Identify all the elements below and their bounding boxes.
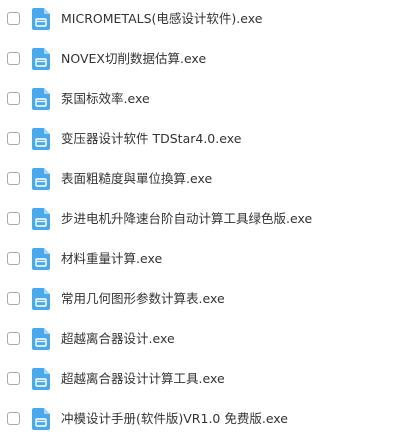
exe-file-icon: [32, 8, 50, 30]
exe-file-icon: [32, 328, 50, 350]
exe-file-icon: [32, 368, 50, 390]
file-name[interactable]: 超越离合器设计计算工具.exe: [61, 370, 225, 388]
file-name[interactable]: 超越离合器设计.exe: [61, 330, 175, 348]
exe-file-icon: [32, 248, 50, 270]
exe-file-icon: [32, 88, 50, 110]
file-name[interactable]: 步进电机升降速台阶自动计算工具绿色版.exe: [61, 210, 312, 228]
select-checkbox[interactable]: [7, 252, 20, 265]
list-item[interactable]: 冲模设计手册(软件版)VR1.0 免费版.exe: [0, 400, 415, 440]
select-checkbox[interactable]: [7, 52, 20, 65]
list-item[interactable]: 超越离合器设计.exe: [0, 320, 415, 360]
select-checkbox[interactable]: [7, 412, 20, 425]
list-item[interactable]: NOVEX切削数据估算.exe: [0, 40, 415, 80]
select-checkbox[interactable]: [7, 332, 20, 345]
file-name[interactable]: 冲模设计手册(软件版)VR1.0 免费版.exe: [61, 410, 288, 428]
exe-file-icon: [32, 288, 50, 310]
list-item[interactable]: 材料重量计算.exe: [0, 240, 415, 280]
list-item[interactable]: 表面粗糙度與單位換算.exe: [0, 160, 415, 200]
file-name[interactable]: 材料重量计算.exe: [61, 250, 162, 268]
exe-file-icon: [32, 408, 50, 430]
select-checkbox[interactable]: [7, 372, 20, 385]
list-item[interactable]: 超越离合器设计计算工具.exe: [0, 360, 415, 400]
select-checkbox[interactable]: [7, 92, 20, 105]
select-checkbox[interactable]: [7, 132, 20, 145]
select-checkbox[interactable]: [7, 172, 20, 185]
list-item[interactable]: 变压器设计软件 TDStar4.0.exe: [0, 120, 415, 160]
select-checkbox[interactable]: [7, 212, 20, 225]
file-name[interactable]: MICROMETALS(电感设计软件).exe: [61, 10, 262, 28]
file-name[interactable]: NOVEX切削数据估算.exe: [61, 50, 206, 68]
select-checkbox[interactable]: [7, 292, 20, 305]
select-checkbox[interactable]: [7, 12, 20, 25]
exe-file-icon: [32, 48, 50, 70]
file-name[interactable]: 常用几何图形参数计算表.exe: [61, 290, 225, 308]
file-name[interactable]: 表面粗糙度與單位換算.exe: [61, 170, 212, 188]
exe-file-icon: [32, 208, 50, 230]
list-item[interactable]: 步进电机升降速台阶自动计算工具绿色版.exe: [0, 200, 415, 240]
list-item[interactable]: 常用几何图形参数计算表.exe: [0, 280, 415, 320]
exe-file-icon: [32, 168, 50, 190]
list-item[interactable]: 泵国标效率.exe: [0, 80, 415, 120]
file-name[interactable]: 变压器设计软件 TDStar4.0.exe: [61, 130, 241, 148]
file-list: MICROMETALS(电感设计软件).exe NOVEX切削数据估算.exe …: [0, 0, 415, 438]
exe-file-icon: [32, 128, 50, 150]
file-name[interactable]: 泵国标效率.exe: [61, 90, 150, 108]
list-item[interactable]: MICROMETALS(电感设计软件).exe: [0, 0, 415, 40]
